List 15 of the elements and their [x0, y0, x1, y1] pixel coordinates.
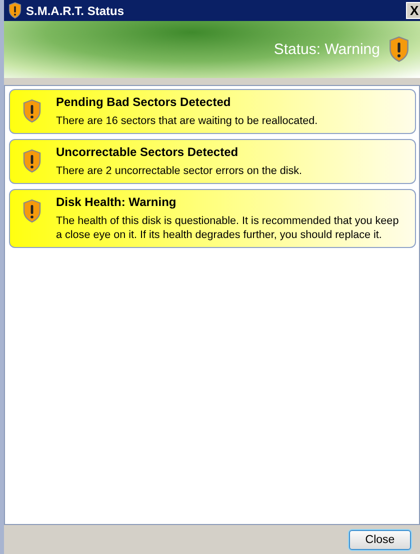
alert-message: There are 2 uncorrectable sector errors on the disk. [56, 164, 302, 178]
window-title: S.M.A.R.T. Status [26, 4, 126, 18]
warning-shield-icon [22, 199, 42, 223]
alert-title: Pending Bad Sectors Detected [56, 95, 232, 109]
alert-title: Uncorrectable Sectors Detected [56, 145, 240, 159]
warning-shield-icon [388, 36, 410, 63]
alert-title: Disk Health: Warning [56, 195, 178, 209]
status-label: Status: Warning [274, 41, 380, 58]
close-button[interactable]: X [406, 2, 420, 19]
alert-message: There are 16 sectors that are waiting to be reallocated. [56, 114, 318, 128]
close-button[interactable]: Close [349, 530, 411, 550]
warning-shield-icon [22, 99, 42, 123]
warning-shield-icon [8, 2, 22, 19]
warning-shield-icon [22, 149, 42, 173]
alert-message: The health of this disk is questionable. It is recommended that you keep a close eye on it. If its health degrades further, you should replace it. [56, 214, 400, 242]
